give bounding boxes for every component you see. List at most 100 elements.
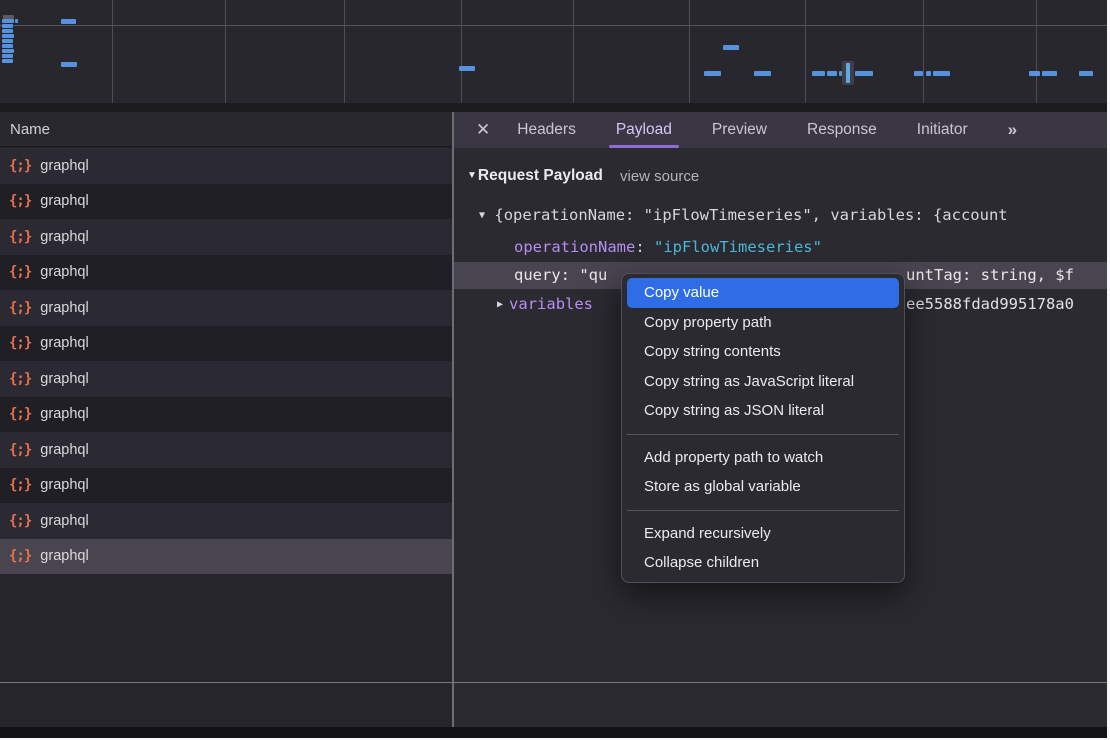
tab-payload[interactable]: Payload <box>616 112 672 148</box>
menu-item-copy-value[interactable]: Copy value <box>627 278 899 308</box>
request-timing-bar <box>2 49 14 53</box>
request-timing-bar <box>723 45 739 50</box>
json-braces-icon: {;} <box>9 477 31 493</box>
request-timing-bar <box>827 71 837 76</box>
table-row[interactable]: {;}graphql <box>0 148 452 184</box>
table-row[interactable]: {;}graphql <box>0 397 452 433</box>
request-timing-bar <box>926 71 931 76</box>
name-column-label: Name <box>10 121 50 138</box>
table-row-selected[interactable]: {;} graphql <box>0 539 452 575</box>
timeline-gridline <box>344 0 345 103</box>
collapse-triangle-icon: ▼ <box>467 170 477 181</box>
table-row[interactable]: {;} graphql <box>0 326 452 362</box>
table-row[interactable]: {;} graphql <box>0 255 452 291</box>
menu-separator <box>627 510 899 511</box>
timeline-gridline <box>923 0 924 103</box>
timeline-gridline <box>805 0 806 103</box>
timeline-gridline <box>689 0 690 103</box>
menu-item-add-property-path-to-watch[interactable]: Add property path to watch <box>627 443 899 473</box>
request-name: graphql <box>40 335 88 351</box>
timeline-gridline <box>225 0 226 103</box>
table-row[interactable]: {;}graphql <box>0 290 452 326</box>
section-title: Request Payload <box>478 167 603 184</box>
request-timing-bar <box>61 19 76 24</box>
property-key: operationName <box>514 238 635 256</box>
variables-property-right-text: ee5588fdad995178a0 <box>906 295 1074 313</box>
request-timing-bar <box>1042 71 1057 76</box>
payload-object-preview-row[interactable]: ▼ {operationName: "ipFlowTimeseries", va… <box>479 206 1107 224</box>
network-overview-timeline[interactable] <box>0 0 1107 103</box>
query-property-right-text: untTag: string, $f <box>906 266 1074 284</box>
request-timing-bar <box>2 29 13 33</box>
left-footer-area <box>0 683 452 727</box>
operationname-property-row[interactable]: operationName: "ipFlowTimeseries" <box>514 238 822 256</box>
more-tabs-icon[interactable]: » <box>1008 120 1015 140</box>
table-row[interactable]: {;} graphql <box>0 468 452 504</box>
context-menu: Copy value Copy property path Copy strin… <box>621 273 905 583</box>
json-braces-icon: {;} <box>9 513 31 529</box>
menu-item-collapse-children[interactable]: Collapse children <box>627 548 899 578</box>
table-row[interactable]: {;} graphql <box>0 184 452 220</box>
name-column-header[interactable]: Name <box>0 112 452 147</box>
request-name: graphql <box>40 513 88 529</box>
request-payload-section-header[interactable]: ▼Request Payload <box>467 167 603 185</box>
detail-tab-bar: ✕ Headers Payload Preview Response Initi… <box>454 112 1107 148</box>
table-row[interactable]: {;} graphql <box>0 219 452 255</box>
panel-split-divider-lower[interactable] <box>452 683 454 727</box>
json-braces-icon: {;} <box>9 335 31 351</box>
table-row[interactable]: {;} graphql <box>0 503 452 539</box>
request-name: graphql <box>40 548 88 564</box>
tab-initiator[interactable]: Initiator <box>917 112 968 148</box>
tab-preview[interactable]: Preview <box>712 112 767 148</box>
request-timing-bar <box>2 54 13 58</box>
timeline-gridline <box>573 0 574 103</box>
bottom-black-bar <box>0 727 1107 738</box>
devtools-window: Name {;} graphql {;} graphql {;} graphql {;… <box>0 0 1107 738</box>
network-request-list: Name {;} graphql {;} graphql {;} graphql {;… <box>0 112 452 727</box>
request-timing-bar <box>754 71 771 76</box>
menu-item-copy-string-contents[interactable]: Copy string contents <box>627 337 899 367</box>
request-timing-bar <box>61 62 77 67</box>
menu-item-expand-recursively[interactable]: Expand recursively <box>627 519 899 549</box>
close-icon[interactable]: ✕ <box>476 120 490 140</box>
request-timing-bar <box>2 39 13 43</box>
tab-headers[interactable]: Headers <box>517 112 576 148</box>
request-timing-bar <box>459 66 475 71</box>
property-key: variables <box>509 295 593 313</box>
request-timing-bar <box>2 24 13 28</box>
object-preview-text: {operationName: "ipFlowTimeseries", vari… <box>494 206 1007 224</box>
request-name: graphql <box>40 229 88 245</box>
request-timing-bar <box>1079 71 1093 76</box>
menu-item-copy-string-js-literal[interactable]: Copy string as JavaScript literal <box>627 367 899 397</box>
request-name: graphql <box>40 477 88 493</box>
request-timing-bar <box>812 71 825 76</box>
collapse-triangle-icon: ▼ <box>479 210 485 221</box>
timeline-horizontal-line <box>0 25 1107 26</box>
table-row[interactable]: {;}graphql <box>0 432 452 468</box>
request-name: graphql <box>40 264 88 280</box>
menu-item-copy-string-json-literal[interactable]: Copy string as JSON literal <box>627 396 899 426</box>
view-source-link[interactable]: view source <box>620 168 699 185</box>
request-name: graphql <box>40 371 88 387</box>
request-timing-bar <box>2 59 13 63</box>
json-braces-icon: {;} <box>9 264 31 280</box>
menu-item-store-as-global-variable[interactable]: Store as global variable <box>627 472 899 502</box>
json-braces-icon: {;} <box>9 193 31 209</box>
variables-property-row[interactable]: ▶variables <box>497 295 593 313</box>
request-rows: {;} graphql {;} graphql {;} graphql {;} grap… <box>0 148 452 574</box>
tab-response[interactable]: Response <box>807 112 877 148</box>
json-braces-icon: {;} <box>9 229 31 245</box>
request-name: graphql <box>40 158 88 174</box>
key-separator: : <box>635 238 654 256</box>
table-row[interactable]: {;}graphql <box>0 361 452 397</box>
timeline-gridline <box>461 0 462 103</box>
json-braces-icon: {;} <box>9 548 31 564</box>
request-name: graphql <box>40 193 88 209</box>
request-timing-bar <box>846 63 850 83</box>
json-braces-icon: {;} <box>9 300 31 316</box>
overview-bottom-band <box>0 103 1107 112</box>
request-name: graphql <box>40 442 88 458</box>
menu-item-copy-property-path[interactable]: Copy property path <box>627 308 899 338</box>
property-string-value: "ipFlowTimeseries" <box>654 238 822 256</box>
request-timing-bar <box>2 34 14 38</box>
